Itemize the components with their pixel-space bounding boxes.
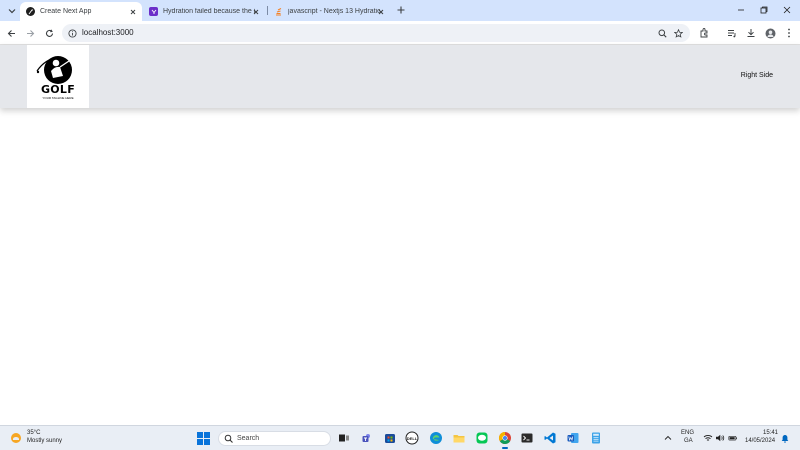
battery-icon[interactable]	[728, 433, 738, 443]
volume-icon[interactable]	[715, 433, 725, 443]
terminal-icon[interactable]	[520, 431, 534, 445]
back-arrow-icon	[7, 29, 15, 37]
navbar: GOLF YOUR TAGLINE HERE Right Side	[0, 45, 800, 108]
windows-taskbar: 35°C Mostly sunny Search DELL ENG GA 15:…	[0, 425, 800, 450]
start-tile	[197, 439, 203, 445]
reload-icon	[45, 29, 53, 37]
avatar-icon	[765, 28, 775, 38]
yahoo-favicon-icon	[149, 7, 158, 16]
right-side-text: Right Side	[740, 72, 773, 79]
taskbar-search[interactable]: Search	[218, 431, 331, 446]
tab-hydration-failed[interactable]: Hydration failed because the in	[143, 2, 265, 21]
task-view-icon[interactable]	[337, 431, 351, 445]
menu-button[interactable]	[782, 26, 796, 40]
restore-icon	[760, 6, 768, 14]
reload-button[interactable]	[42, 26, 56, 40]
wifi-icon[interactable]	[703, 433, 713, 443]
search-placeholder: Search	[237, 435, 260, 442]
close-icon	[783, 6, 791, 14]
sun-icon[interactable]	[10, 432, 22, 444]
plus-icon	[397, 6, 405, 14]
keyboard-layout-indicator[interactable]: GA	[684, 438, 693, 444]
chrome-icon[interactable]	[498, 431, 512, 449]
vscode-icon[interactable]	[543, 431, 557, 445]
start-tile	[204, 432, 210, 438]
page-content: GOLF YOUR TAGLINE HERE Right Side	[0, 45, 800, 425]
url-text[interactable]: localhost:3000	[82, 27, 134, 39]
extensions-button[interactable]	[697, 26, 711, 40]
download-icon	[747, 29, 755, 37]
golf-logo[interactable]: GOLF YOUR TAGLINE HERE	[27, 45, 89, 108]
running-indicator	[502, 447, 508, 449]
word-icon[interactable]	[566, 431, 580, 445]
weather-temperature[interactable]: 35°C	[27, 430, 40, 436]
minimize-button[interactable]	[734, 4, 748, 16]
clock-date[interactable]: 14/05/2024	[745, 438, 775, 444]
close-icon[interactable]	[251, 7, 260, 16]
address-bar[interactable]: localhost:3000	[62, 24, 690, 42]
tab-create-next-app[interactable]: Create Next App	[20, 2, 142, 21]
profile-button[interactable]	[763, 26, 777, 40]
windows-start-button[interactable]	[197, 432, 210, 445]
start-tile	[204, 439, 210, 445]
line-icon[interactable]	[475, 431, 489, 445]
start-tile	[197, 432, 203, 438]
close-window-button[interactable]	[780, 4, 794, 16]
golfer-logo-icon	[36, 56, 72, 84]
zoom-icon[interactable]	[656, 27, 668, 39]
nextjs-favicon-icon	[26, 7, 35, 16]
language-indicator[interactable]: ENG	[681, 430, 694, 436]
search-icon	[224, 434, 233, 443]
edge-icon[interactable]	[429, 431, 443, 445]
restore-button[interactable]	[757, 4, 771, 16]
puzzle-icon	[700, 28, 708, 38]
forward-arrow-icon	[26, 29, 34, 37]
new-tab-button[interactable]	[395, 4, 407, 16]
downloads-button[interactable]	[744, 26, 758, 40]
stackoverflow-favicon-icon	[274, 7, 283, 16]
logo-text: GOLF	[40, 83, 76, 96]
calculator-icon[interactable]	[589, 431, 603, 445]
screen: Create Next App Hydration failed because…	[0, 0, 800, 450]
notification-bell-icon[interactable]	[781, 434, 789, 443]
svg-text:DELL: DELL	[407, 436, 418, 441]
star-icon[interactable]	[672, 27, 684, 39]
tab-strip: Create Next App Hydration failed because…	[0, 0, 800, 21]
forward-button[interactable]	[23, 26, 37, 40]
back-button[interactable]	[4, 26, 18, 40]
chevron-down-icon	[8, 8, 15, 13]
media-controls-button[interactable]	[725, 26, 739, 40]
logo-tagline: YOUR TAGLINE HERE	[42, 96, 74, 100]
tab-title: Hydration failed because the in	[163, 8, 255, 15]
media-controls-icon	[728, 30, 736, 38]
weather-description[interactable]: Mostly sunny	[27, 438, 62, 444]
tab-title: Create Next App	[40, 8, 92, 15]
minimize-icon	[738, 9, 744, 11]
teams-icon[interactable]	[360, 431, 374, 445]
close-icon[interactable]	[376, 7, 385, 16]
info-icon[interactable]	[67, 28, 77, 38]
dell-icon[interactable]: DELL	[405, 431, 419, 445]
browser-toolbar: localhost:3000	[0, 21, 800, 45]
close-icon[interactable]	[128, 7, 137, 16]
clock-time[interactable]: 15:41	[763, 430, 778, 436]
file-explorer-icon[interactable]	[452, 431, 466, 445]
kebab-menu-icon	[788, 28, 790, 38]
tab-search-button[interactable]	[4, 3, 19, 18]
chevron-up-icon[interactable]	[664, 434, 672, 442]
tab-nextjs-hydration[interactable]: javascript - Nextjs 13 Hydration	[268, 2, 390, 21]
tab-title: javascript - Nextjs 13 Hydration	[288, 8, 380, 15]
store-icon[interactable]	[383, 431, 397, 445]
